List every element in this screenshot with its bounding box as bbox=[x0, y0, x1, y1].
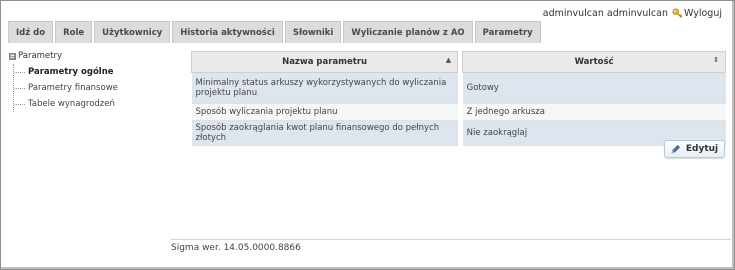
parameter-value-cell: Gotowy bbox=[462, 72, 726, 104]
logout-label: Wyloguj bbox=[684, 8, 722, 19]
parameters-table: Nazwa parametru ▲ Wartość ⇕ Minimalny st… bbox=[190, 51, 726, 146]
tab-uzytkownicy[interactable]: Użytkownicy bbox=[94, 21, 171, 43]
parameter-name-cell: Minimalny status arkuszy wykorzystywanyc… bbox=[191, 72, 458, 104]
user-area: adminvulcan adminvulcan Wyloguj bbox=[543, 8, 722, 19]
edit-button-label: Edytuj bbox=[685, 144, 719, 154]
parameter-value-cell: Z jednego arkusza bbox=[462, 103, 726, 121]
column-header-value[interactable]: Wartość ⇕ bbox=[462, 51, 726, 73]
parameter-name-cell: Sposób wyliczania projektu planu bbox=[191, 103, 458, 121]
tab-parametry[interactable]: Parametry bbox=[474, 21, 541, 43]
top-bar: Idź do Role Użytkownicy Historia aktywno… bbox=[1, 1, 734, 45]
sort-asc-icon: ▲ bbox=[445, 56, 452, 64]
tab-slowniki[interactable]: Słowniki bbox=[284, 21, 342, 43]
tab-wyliczanie-planow[interactable]: Wyliczanie planów z AO bbox=[343, 21, 473, 43]
table-row[interactable]: Sposób zaokrąglania kwot planu finansowe… bbox=[191, 120, 726, 146]
version-text: Sigma wer. 14.05.0000.8866 bbox=[171, 243, 301, 253]
tree-item-parametry-ogolne[interactable]: Parametry ogólne bbox=[14, 64, 179, 80]
tree-root[interactable]: ⊟ Parametry bbox=[9, 50, 179, 62]
key-icon bbox=[672, 8, 683, 19]
table-row[interactable]: Sposób wyliczania projektu planu Z jedne… bbox=[191, 103, 726, 121]
tree-children: Parametry ogólne Parametry finansowe Tab… bbox=[13, 64, 179, 112]
column-header-name[interactable]: Nazwa parametru ▲ bbox=[190, 51, 459, 73]
collapse-icon[interactable]: ⊟ bbox=[9, 52, 16, 60]
footer: Sigma wer. 14.05.0000.8866 bbox=[171, 239, 731, 253]
app-window: Idź do Role Użytkownicy Historia aktywno… bbox=[0, 0, 735, 270]
tab-idz-do[interactable]: Idź do bbox=[8, 21, 54, 43]
pencil-icon bbox=[671, 144, 680, 154]
sort-toggle-icon: ⇕ bbox=[713, 56, 719, 64]
logout-link[interactable]: Wyloguj bbox=[672, 8, 722, 19]
column-header-name-label: Nazwa parametru bbox=[282, 57, 368, 67]
tree-item-parametry-finansowe[interactable]: Parametry finansowe bbox=[14, 80, 179, 96]
parameter-name-cell: Sposób zaokrąglania kwot planu finansowe… bbox=[191, 120, 458, 146]
tab-historia-aktywnosci[interactable]: Historia aktywności bbox=[172, 21, 283, 43]
edit-button[interactable]: Edytuj bbox=[664, 140, 725, 158]
column-header-value-label: Wartość bbox=[574, 57, 614, 67]
tree-item-tabele-wynagrodzen[interactable]: Tabele wynagrodzeń bbox=[14, 96, 179, 112]
tree-root-label: Parametry bbox=[18, 51, 63, 61]
user-name: adminvulcan adminvulcan bbox=[542, 8, 668, 19]
tab-role[interactable]: Role bbox=[55, 21, 93, 43]
table-header-row: Nazwa parametru ▲ Wartość ⇕ bbox=[190, 51, 726, 73]
parameters-tree: ⊟ Parametry Parametry ogólne Parametry f… bbox=[9, 50, 179, 112]
main-tabs: Idź do Role Użytkownicy Historia aktywno… bbox=[8, 21, 543, 43]
table-row[interactable]: Minimalny status arkuszy wykorzystywanyc… bbox=[191, 72, 726, 104]
